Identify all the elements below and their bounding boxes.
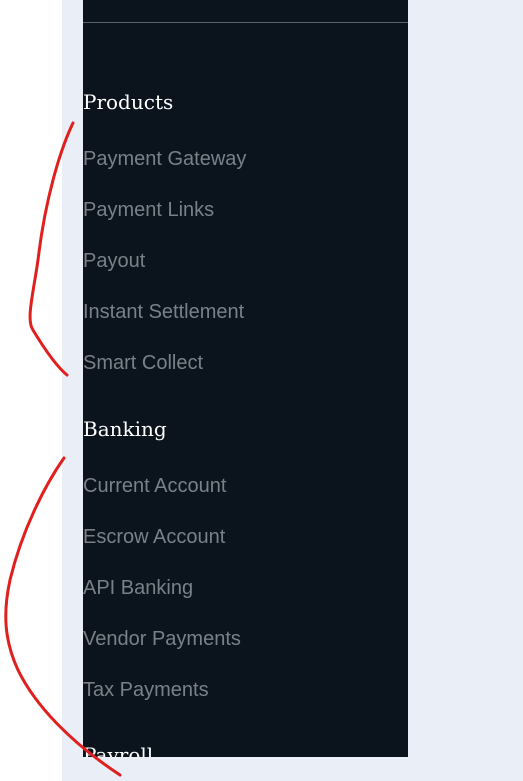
nav-link-tax-payments[interactable]: Tax Payments	[83, 677, 209, 703]
nav-link-smart-collect[interactable]: Smart Collect	[83, 350, 203, 376]
nav-link-payout[interactable]: Payout	[83, 248, 145, 274]
nav-link-payment-gateway[interactable]: Payment Gateway	[83, 146, 246, 172]
nav-link-api-banking[interactable]: API Banking	[83, 575, 193, 601]
footer-nav-panel: Products Payment Gateway Payment Links P…	[83, 0, 408, 757]
nav-link-current-account[interactable]: Current Account	[83, 473, 226, 499]
nav-link-vendor-payments[interactable]: Vendor Payments	[83, 626, 241, 652]
section-heading-products: Products	[83, 90, 174, 114]
nav-link-instant-settlement[interactable]: Instant Settlement	[83, 299, 244, 325]
nav-link-escrow-account[interactable]: Escrow Account	[83, 524, 225, 550]
divider	[83, 22, 408, 23]
section-heading-banking: Banking	[83, 417, 167, 441]
nav-link-payment-links[interactable]: Payment Links	[83, 197, 214, 223]
section-heading-payroll: Payroll	[83, 743, 154, 757]
